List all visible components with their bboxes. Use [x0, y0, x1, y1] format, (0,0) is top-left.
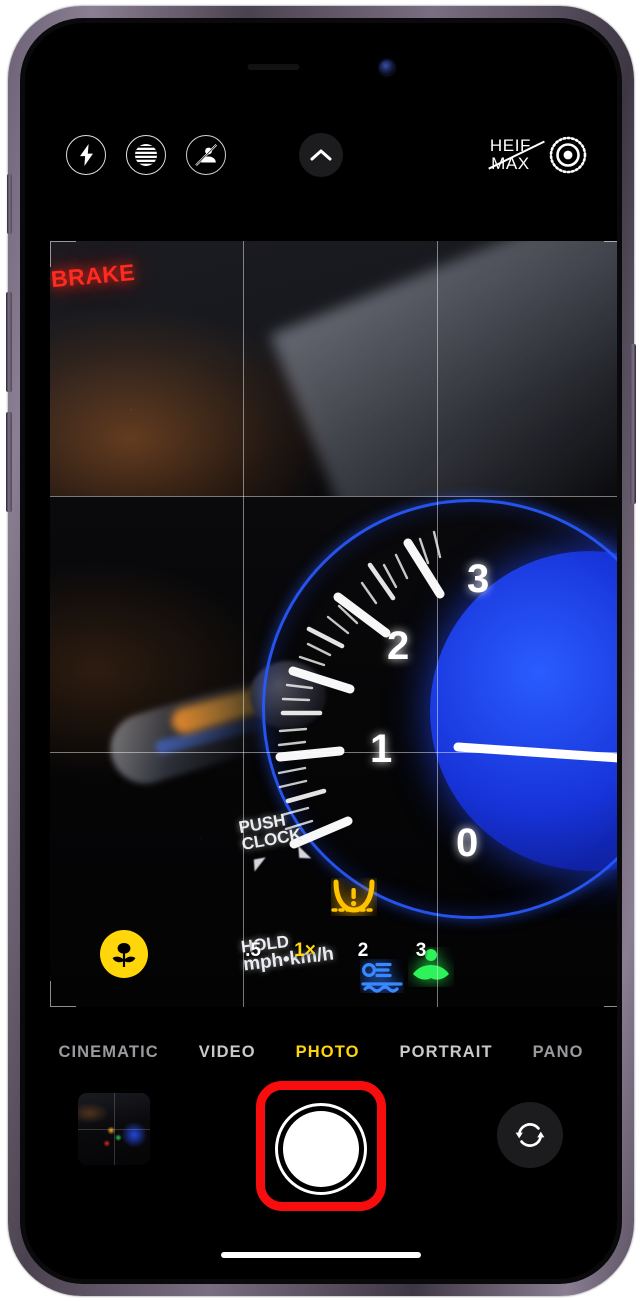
- tach-tick-3: 3: [467, 557, 490, 601]
- zoom-level-selector[interactable]: .5 1× 2 3: [50, 935, 617, 967]
- shutter-inner-circle: [283, 1111, 359, 1187]
- tach-tick-1: 1: [370, 727, 393, 771]
- camera-flip-button[interactable]: [497, 1102, 563, 1168]
- mode-video[interactable]: VIDEO: [179, 1043, 276, 1062]
- power-button[interactable]: [630, 344, 636, 504]
- camera-viewfinder[interactable]: 0 1 2 3 PUSH CLOCK HOLD mph•km/h BRAKE .…: [50, 241, 617, 1007]
- thumbnail-grid-horizontal: [78, 1129, 150, 1130]
- mode-cinematic[interactable]: CINEMATIC: [38, 1043, 178, 1062]
- mode-pano[interactable]: PANO: [513, 1043, 604, 1062]
- tire-pressure-icon: [331, 878, 377, 916]
- mode-photo[interactable]: PHOTO: [276, 1043, 380, 1062]
- dynamic-island: [229, 49, 413, 85]
- screen-bezel: HEIF MAX 0 1 2 3 PUSH CLOCK HOLD mph•km/…: [20, 18, 622, 1284]
- night-mode-icon[interactable]: [126, 135, 166, 175]
- live-photo-off-icon[interactable]: [186, 135, 226, 175]
- screen: HEIF MAX 0 1 2 3 PUSH CLOCK HOLD mph•km/…: [25, 23, 617, 1279]
- front-camera-lens-icon: [379, 59, 395, 75]
- shutter-button[interactable]: [275, 1103, 367, 1195]
- zoom-option-half[interactable]: .5: [230, 940, 276, 962]
- raw-target-icon[interactable]: [547, 134, 589, 176]
- shutter-row: [25, 1081, 617, 1213]
- flash-icon[interactable]: [66, 135, 106, 175]
- phone-frame: HEIF MAX 0 1 2 3 PUSH CLOCK HOLD mph•km/…: [6, 6, 636, 1296]
- volume-down-button[interactable]: [6, 412, 12, 512]
- volume-up-button[interactable]: [6, 292, 12, 392]
- speaker-slot-icon: [247, 64, 300, 70]
- capture-mode-selector[interactable]: CINEMATIC VIDEO PHOTO PORTRAIT PANO: [25, 1031, 617, 1073]
- tachometer-ticks: 0 1 2 3: [262, 499, 617, 919]
- top-control-bar: HEIF MAX: [25, 123, 617, 187]
- tach-tick-2: 2: [387, 624, 410, 668]
- zoom-option-1x[interactable]: 1×: [276, 940, 334, 962]
- zoom-option-3x[interactable]: 3: [392, 940, 450, 962]
- expand-controls-button[interactable]: [299, 133, 343, 177]
- last-photo-thumbnail[interactable]: [78, 1093, 150, 1165]
- silent-switch[interactable]: [7, 174, 12, 234]
- zoom-option-2x[interactable]: 2: [334, 940, 392, 962]
- mode-portrait[interactable]: PORTRAIT: [380, 1043, 513, 1062]
- live-preview-image: 0 1 2 3 PUSH CLOCK HOLD mph•km/h BRAKE: [50, 241, 617, 1007]
- tach-tick-0: 0: [456, 821, 479, 865]
- heif-max-toggle[interactable]: HEIF MAX: [488, 137, 545, 173]
- home-indicator[interactable]: [221, 1252, 421, 1258]
